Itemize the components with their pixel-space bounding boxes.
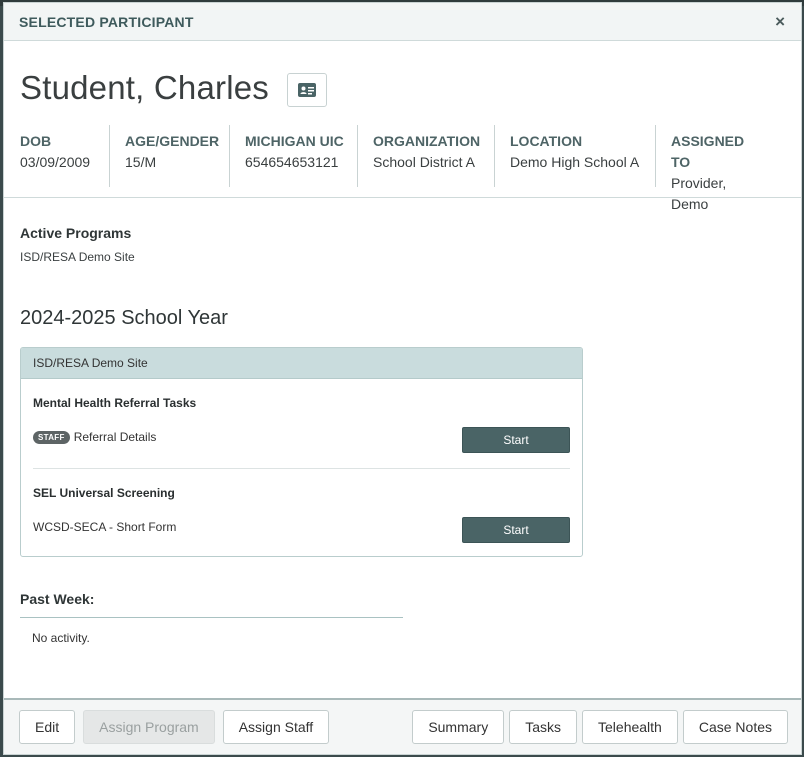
program-card: ISD/RESA Demo Site Mental Health Referra…	[20, 347, 583, 557]
info-label: ORGANIZATION	[373, 133, 481, 149]
task-item: SEL Universal Screening WCSD-SECA - Shor…	[21, 469, 582, 556]
info-assigned-to: ASSIGNED TO Provider, Demo	[671, 125, 771, 212]
info-age-gender: AGE/GENDER 15/M	[125, 125, 230, 187]
task-subtitle-wrap: WCSD-SECA - Short Form	[33, 520, 176, 534]
footer-right-group: Summary Tasks Telehealth Case Notes	[407, 710, 788, 744]
modal-header: SELECTED PARTICIPANT ×	[4, 3, 801, 41]
no-activity-text: No activity.	[32, 631, 90, 645]
start-button[interactable]: Start	[462, 427, 570, 453]
school-year-heading: 2024-2025 School Year	[20, 307, 228, 329]
task-subtitle: WCSD-SECA - Short Form	[33, 520, 177, 534]
info-label: AGE/GENDER	[125, 133, 220, 149]
active-programs-heading: Active Programs	[20, 225, 132, 241]
info-michigan-uic: MICHIGAN UIC 654654653121	[245, 125, 358, 187]
info-label: LOCATION	[510, 133, 583, 149]
info-label: ASSIGNED TO	[671, 133, 745, 170]
tasks-button[interactable]: Tasks	[509, 710, 578, 744]
active-program-item: ISD/RESA Demo Site	[20, 250, 135, 264]
assign-program-button[interactable]: Assign Program	[83, 710, 215, 744]
participant-modal: SELECTED PARTICIPANT × Student, Charles …	[3, 2, 802, 755]
modal-footer: Edit Assign Program Assign Staff Summary…	[4, 698, 801, 754]
participant-name: Student, Charles	[20, 69, 270, 106]
task-item: Mental Health Referral Tasks STAFF Refer…	[21, 379, 582, 453]
participant-info-row: DOB 03/09/2009 AGE/GENDER 15/M MICHIGAN …	[4, 125, 801, 212]
edit-button[interactable]: Edit	[19, 710, 76, 744]
modal-body: Active Programs ISD/RESA Demo Site 2024-…	[4, 225, 801, 645]
summary-button[interactable]: Summary	[412, 710, 505, 744]
start-button[interactable]: Start	[462, 517, 570, 543]
info-value: 15/M	[125, 154, 157, 170]
id-card-icon	[298, 83, 317, 97]
info-value: 03/09/2009	[20, 154, 91, 170]
assign-staff-button[interactable]: Assign Staff	[222, 710, 330, 744]
task-title: Mental Health Referral Tasks	[33, 396, 197, 410]
task-line: STAFF Referral Details Start	[33, 424, 570, 453]
modal-title: SELECTED PARTICIPANT	[19, 13, 194, 30]
task-line: WCSD-SECA - Short Form Start	[33, 514, 570, 543]
info-value: Demo High School A	[510, 154, 640, 170]
close-icon[interactable]: ×	[775, 13, 785, 30]
participant-name-row: Student, Charles	[4, 41, 801, 117]
task-subtitle: Referral Details	[73, 430, 157, 444]
task-subtitle-wrap: STAFF Referral Details	[33, 430, 156, 444]
info-value: School District A	[373, 154, 475, 170]
past-week-divider	[20, 617, 403, 618]
info-label: DOB	[20, 133, 52, 149]
info-value: 654654653121	[245, 154, 339, 170]
past-week-heading: Past Week:	[20, 591, 95, 607]
case-notes-button[interactable]: Case Notes	[682, 710, 788, 744]
info-location: LOCATION Demo High School A	[510, 125, 656, 187]
staff-badge: STAFF	[33, 430, 70, 444]
task-title: SEL Universal Screening	[33, 486, 175, 500]
info-dob: DOB 03/09/2009	[20, 125, 110, 187]
info-organization: ORGANIZATION School District A	[373, 125, 495, 187]
telehealth-button[interactable]: Telehealth	[582, 710, 678, 744]
info-value: Provider, Demo	[671, 175, 727, 212]
info-label: MICHIGAN UIC	[245, 133, 344, 149]
id-card-button[interactable]	[287, 73, 328, 107]
program-card-header: ISD/RESA Demo Site	[21, 348, 582, 379]
